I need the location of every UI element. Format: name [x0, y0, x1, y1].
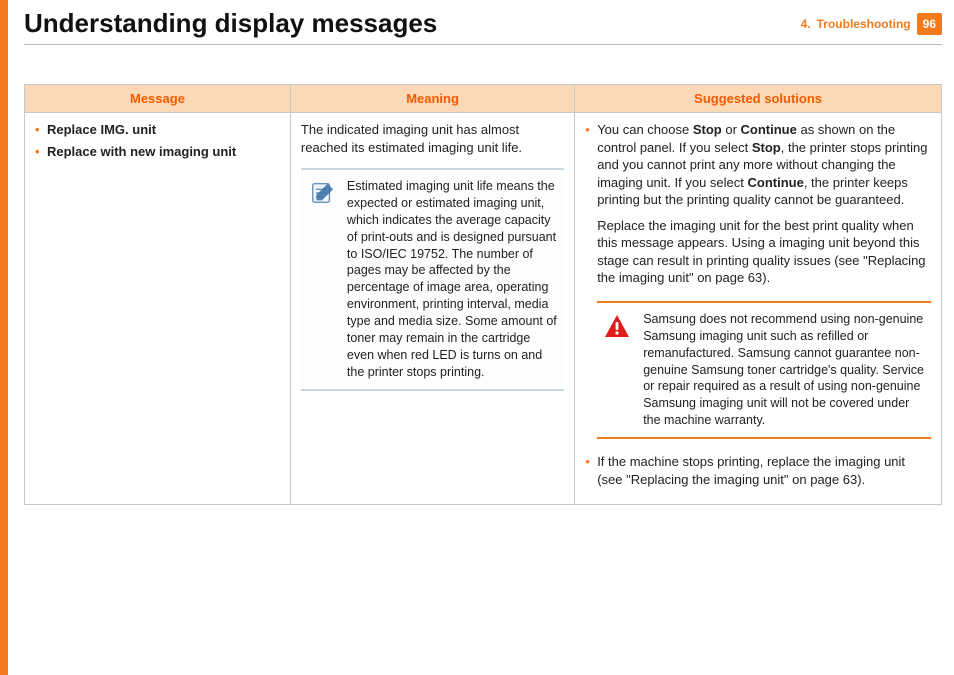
cell-message: Replace IMG. unit Replace with new imagi… [25, 113, 291, 505]
accent-strip [0, 0, 8, 675]
message-item: Replace IMG. unit [35, 121, 280, 139]
table-row: Replace IMG. unit Replace with new imagi… [25, 113, 942, 505]
warning-callout: Samsung does not recommend using non-gen… [597, 301, 931, 439]
header-rule [24, 44, 942, 45]
page-header: Understanding display messages 4. Troubl… [24, 8, 942, 39]
section-number: 4. [801, 17, 811, 31]
solution-item: If the machine stops printing, replace t… [585, 453, 931, 488]
meaning-text: The indicated imaging unit has almost re… [301, 121, 564, 156]
col-header-solutions: Suggested solutions [575, 85, 942, 113]
section-name: Troubleshooting [817, 17, 911, 31]
note-icon [307, 180, 337, 206]
messages-table: Message Meaning Suggested solutions Repl… [24, 84, 942, 505]
solution-item: You can choose Stop or Continue as shown… [585, 121, 931, 439]
page-title: Understanding display messages [24, 8, 437, 39]
warning-icon [603, 313, 631, 339]
cell-solutions: You can choose Stop or Continue as shown… [575, 113, 942, 505]
message-item: Replace with new imaging unit [35, 143, 280, 161]
col-header-message: Message [25, 85, 291, 113]
note-callout: Estimated imaging unit life means the ex… [301, 168, 564, 391]
solution-paragraph: Replace the imaging unit for the best pr… [597, 217, 931, 287]
breadcrumb: 4. Troubleshooting 96 [801, 13, 942, 35]
col-header-meaning: Meaning [290, 85, 574, 113]
cell-meaning: The indicated imaging unit has almost re… [290, 113, 574, 505]
note-text: Estimated imaging unit life means the ex… [347, 179, 557, 379]
warning-text: Samsung does not recommend using non-gen… [643, 312, 924, 427]
page-number-badge: 96 [917, 13, 942, 35]
